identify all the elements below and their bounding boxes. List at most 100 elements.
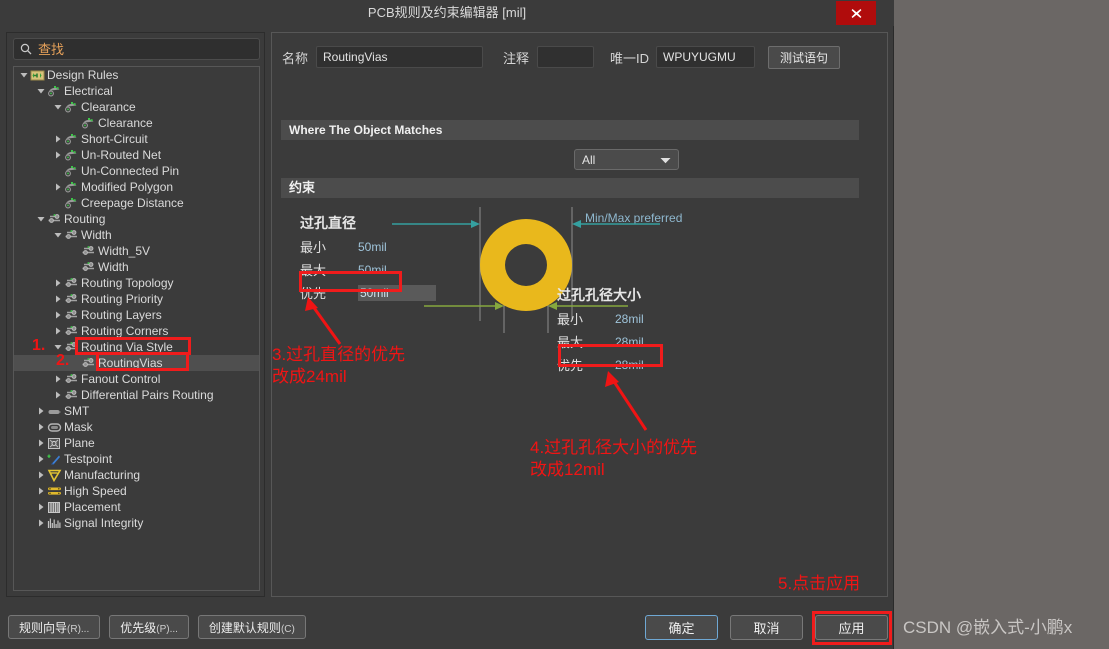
scope-dropdown[interactable]: All [574,149,679,170]
twisty-collapsed-icon[interactable] [52,131,63,147]
via-diameter-max-input[interactable] [358,262,432,277]
rule-wizard-label: 规则向导 [19,620,68,635]
twisty-expanded-icon[interactable] [35,83,46,99]
electrical-icon [63,164,79,178]
routing-icon [46,212,62,226]
twisty-collapsed-icon[interactable] [52,307,63,323]
test-query-button[interactable]: 测试语句 [768,45,840,69]
tree-item-routing-corners[interactable]: Routing Corners [14,323,259,339]
twisty-expanded-icon[interactable] [52,99,63,115]
electrical-icon [80,116,96,130]
tree-item-label: Routing [64,212,106,226]
search-input[interactable] [38,40,259,58]
twisty-collapsed-icon[interactable] [35,467,46,483]
via-diameter-min-input[interactable] [358,239,432,254]
scope-selected-value: All [582,152,596,167]
highspeed-icon [46,484,62,498]
twisty-expanded-icon[interactable] [52,339,63,355]
twisty-none [52,195,63,211]
tree-item-routingvias[interactable]: RoutingVias [14,355,259,371]
twisty-collapsed-icon[interactable] [52,179,63,195]
twisty-collapsed-icon[interactable] [52,291,63,307]
tree-item-mask[interactable]: Mask [14,419,259,435]
twisty-expanded-icon[interactable] [35,211,46,227]
tree-item-label: Un-Connected Pin [81,164,180,178]
tree-item-label: High Speed [64,484,127,498]
tree-item-differential-pairs-routing[interactable]: Differential Pairs Routing [14,387,259,403]
twisty-collapsed-icon[interactable] [52,323,63,339]
tree-item-label: RoutingVias [98,356,163,370]
tree-item-electrical[interactable]: Electrical [14,83,259,99]
tree-item-creepage-distance[interactable]: Creepage Distance [14,195,259,211]
tree-item-smt[interactable]: SMT [14,403,259,419]
twisty-collapsed-icon[interactable] [35,451,46,467]
twisty-collapsed-icon[interactable] [35,435,46,451]
where-object-matches-header: Where The Object Matches [281,120,859,140]
twisty-expanded-icon[interactable] [52,227,63,243]
tree-item-un-connected-pin[interactable]: Un-Connected Pin [14,163,259,179]
tree-item-routing-via-style[interactable]: Routing Via Style [14,339,259,355]
twisty-collapsed-icon[interactable] [35,483,46,499]
tree-item-fanout-control[interactable]: Fanout Control [14,371,259,387]
twisty-none [69,355,80,371]
tree-item-short-circuit[interactable]: Short-Circuit [14,131,259,147]
tree-item-routing-priority[interactable]: Routing Priority [14,291,259,307]
routing-icon [63,276,79,290]
electrical-icon [63,196,79,210]
unique-id-input[interactable] [656,46,755,68]
tree-item-high-speed[interactable]: High Speed [14,483,259,499]
twisty-collapsed-icon[interactable] [35,515,46,531]
tree-item-width[interactable]: Width [14,259,259,275]
close-icon[interactable] [836,1,876,25]
twisty-collapsed-icon[interactable] [52,275,63,291]
tree-item-width-5v[interactable]: Width_5V [14,243,259,259]
tree-item-width[interactable]: Width [14,227,259,243]
tree-item-placement[interactable]: Placement [14,499,259,515]
tree-item-testpoint[interactable]: Testpoint [14,451,259,467]
tree-item-manufacturing[interactable]: Manufacturing [14,467,259,483]
twisty-none [69,115,80,131]
pcb-rules-dialog: PCB规则及约束编辑器 [mil] Design Rules Electrical… [0,0,894,649]
routing-icon [63,388,79,402]
search-box[interactable] [13,38,260,60]
plane-icon [46,436,62,450]
tree-item-label: Width [81,228,112,242]
twisty-none [69,243,80,259]
tree-item-plane[interactable]: Plane [14,435,259,451]
tree-item-routing-layers[interactable]: Routing Layers [14,307,259,323]
create-default-rules-button[interactable]: 创建默认规则(C) [197,615,306,639]
tree-item-label: Manufacturing [64,468,141,482]
ok-button[interactable]: 确定 [645,615,718,640]
via-hole-min-label: 最小 [557,312,584,327]
tree-item-clearance[interactable]: Clearance [14,99,259,115]
via-hole-max-input[interactable] [615,334,689,349]
uid-label: 唯一ID [610,50,650,66]
comment-label: 注释 [503,50,530,66]
apply-button[interactable]: 应用 [815,615,888,640]
tree-item-signal-integrity[interactable]: Signal Integrity [14,515,259,531]
tree-item-design-rules[interactable]: Design Rules [14,67,259,83]
twisty-collapsed-icon[interactable] [52,371,63,387]
comment-input[interactable] [537,46,594,68]
rule-name-input[interactable] [316,46,483,68]
rule-wizard-button[interactable]: 规则向导(R)... [8,615,101,639]
twisty-collapsed-icon[interactable] [35,419,46,435]
twisty-collapsed-icon[interactable] [52,387,63,403]
name-row: 名称 注释 唯一ID 测试语句 [282,45,877,69]
design-rules-tree[interactable]: Design Rules Electrical Clearance Clearance… [13,66,260,591]
twisty-expanded-icon[interactable] [18,67,29,83]
tree-item-label: Routing Priority [81,292,164,306]
cancel-button[interactable]: 取消 [730,615,803,640]
tree-item-routing[interactable]: Routing [14,211,259,227]
tree-item-routing-topology[interactable]: Routing Topology [14,275,259,291]
twisty-collapsed-icon[interactable] [35,499,46,515]
twisty-collapsed-icon[interactable] [35,403,46,419]
design-rules-icon [29,68,45,82]
tree-item-modified-polygon[interactable]: Modified Polygon [14,179,259,195]
tree-item-un-routed-net[interactable]: Un-Routed Net [14,147,259,163]
via-hole-min-input[interactable] [615,311,689,326]
twisty-collapsed-icon[interactable] [52,147,63,163]
priority-button[interactable]: 优先级(P)... [109,615,189,639]
rules-tree-pane: Design Rules Electrical Clearance Clearance… [6,32,265,597]
tree-item-clearance[interactable]: Clearance [14,115,259,131]
